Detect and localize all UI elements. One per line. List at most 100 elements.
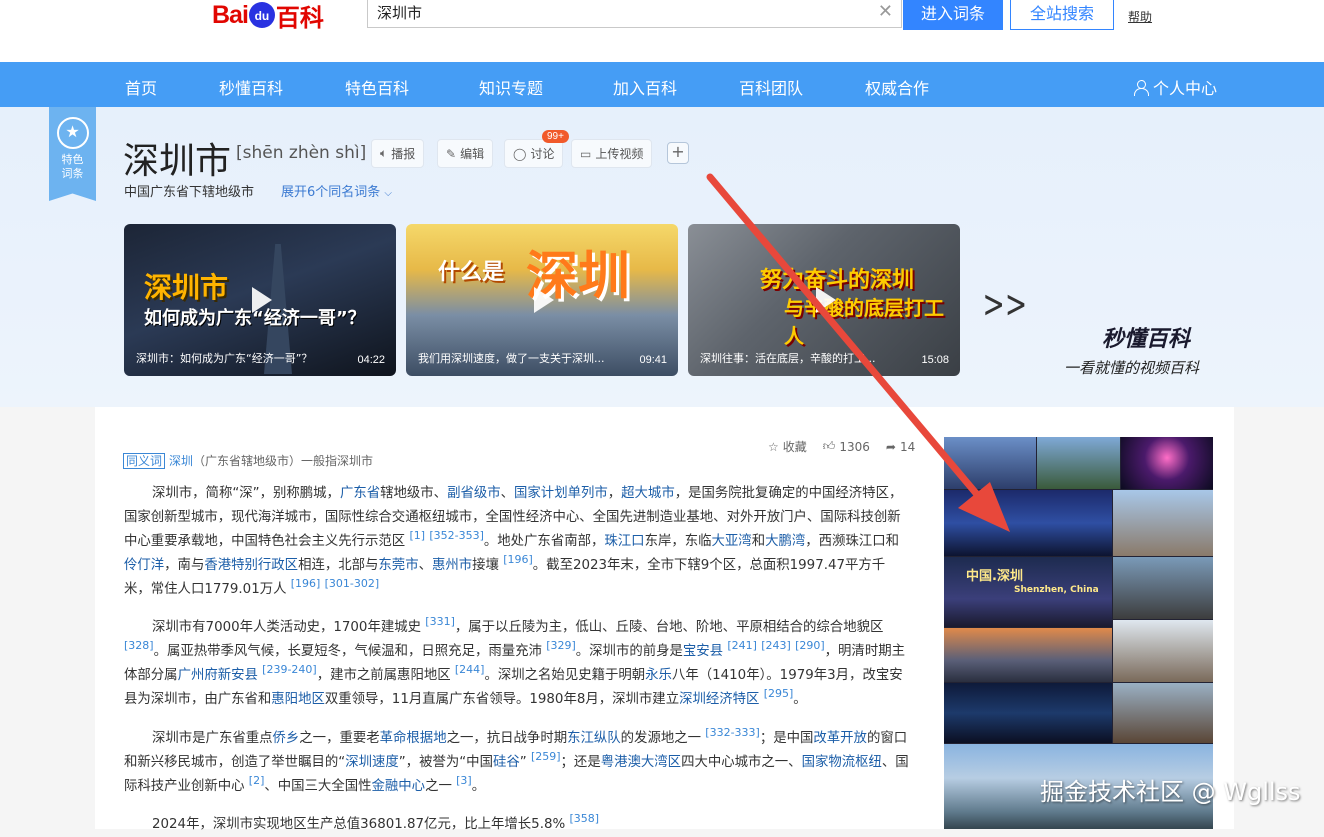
nav-item-cooperation[interactable]: 权威合作 [865, 75, 929, 99]
citation[interactable]: [358] [569, 812, 599, 825]
pencil-icon: ✎ [446, 146, 457, 161]
link[interactable]: 超大城市 [621, 486, 675, 501]
expand-homonyms-link[interactable]: 展开6个同名词条 ⌵ [281, 181, 392, 200]
citation[interactable]: [332-333] [705, 726, 760, 739]
link[interactable]: 伶仃洋 [124, 558, 164, 573]
citation[interactable]: [290] [795, 639, 825, 652]
citation[interactable]: [331] [425, 615, 455, 628]
video-3-title: 深圳往事：活在底层，辛酸的打工... [700, 352, 876, 365]
page-title: 深圳市 [123, 141, 232, 182]
link[interactable]: 广州府新安县 [178, 668, 258, 683]
link[interactable]: 宝安县 [683, 644, 723, 659]
citation[interactable]: [1] [409, 529, 425, 542]
link[interactable]: 东江纵队 [567, 731, 621, 746]
citation[interactable]: [241] [727, 639, 757, 652]
link[interactable]: 惠州市 [432, 558, 472, 573]
link[interactable]: 大亚湾 [712, 534, 752, 549]
like-button[interactable]: 👍︎ 1306 [823, 439, 870, 454]
discuss-count-badge: 99+ [542, 130, 569, 143]
citation[interactable]: [352-353] [429, 529, 484, 542]
link[interactable]: 侨乡 [273, 731, 300, 746]
city-photo-album[interactable]: 中国.深圳 Shenzhen, China [944, 437, 1213, 829]
video-1-headline: 深圳市 [144, 271, 229, 304]
link[interactable]: 永乐 [645, 668, 672, 683]
citation[interactable]: [2] [249, 774, 265, 787]
main-nav: 首页 秒懂百科 特色百科 知识专题 加入百科 百科团队 权威合作 个人中心 [0, 62, 1324, 107]
enter-lemma-button[interactable]: 进入词条 [903, 0, 1003, 30]
citation[interactable]: [301-302] [325, 577, 380, 590]
edit-button[interactable]: ✎ 编辑 [437, 139, 494, 168]
citation[interactable]: [243] [761, 639, 791, 652]
share-count: 14 [899, 439, 916, 454]
citation[interactable]: [295] [764, 687, 794, 700]
citation[interactable]: [244] [455, 663, 485, 676]
nav-item-team[interactable]: 百科团队 [739, 75, 803, 99]
link[interactable]: 深圳经济特区 [679, 692, 759, 707]
comment-icon: ◯ [513, 146, 527, 161]
link[interactable]: 香港特别行政区 [204, 558, 298, 573]
photo-tile [944, 683, 1112, 743]
share-icon: ➦ [885, 439, 896, 454]
speaker-icon: 🔈︎ [380, 146, 388, 160]
search-input[interactable] [368, 0, 848, 25]
nav-item-join[interactable]: 加入百科 [613, 75, 677, 99]
nav-item-home[interactable]: 首页 [125, 75, 157, 99]
citation[interactable]: [196] [503, 553, 533, 566]
synonym-link[interactable]: 深圳 [169, 454, 193, 468]
share-button[interactable]: ➦ 14 [886, 440, 915, 454]
pinyin: [shēn zhèn shì] [236, 143, 367, 163]
link[interactable]: 国家计划单列市 [514, 486, 608, 501]
photo-tile [1037, 437, 1120, 489]
link[interactable]: 珠江口 [604, 534, 644, 549]
watermark: 掘金技术社区 @ Wgllss [1040, 778, 1301, 806]
carousel-next-icon[interactable]: >> [983, 282, 1028, 326]
video-card-1[interactable]: 深圳市 如何成为广东“经济一哥”？ 深圳市：如何成为广东“经济一哥”？ 04:2… [124, 224, 396, 376]
video-1-title: 深圳市：如何成为广东“经济一哥”？ [136, 352, 313, 365]
help-link[interactable]: 帮助 [1128, 8, 1152, 25]
baidu-baike-logo[interactable]: Bai du 百科 [212, 0, 324, 32]
upload-video-button[interactable]: ▭ 上传视频 [571, 139, 653, 168]
play-icon [250, 285, 280, 315]
nav-item-tese[interactable]: 特色百科 [345, 75, 409, 99]
citation[interactable]: [196] [291, 577, 321, 590]
link[interactable]: 硅谷 [493, 755, 520, 770]
link[interactable]: 国家物流枢纽 [802, 755, 882, 770]
citation[interactable]: [239-240] [262, 663, 317, 676]
video-card-2[interactable]: 什么是 深圳 我们用深圳速度，做了一支关于深圳... 09:41 [406, 224, 678, 376]
link[interactable]: 惠阳地区 [271, 692, 325, 707]
video-1-duration: 04:22 [357, 354, 385, 366]
nav-item-miaodong[interactable]: 秒懂百科 [219, 75, 283, 99]
nav-user-center[interactable]: 个人中心 [1134, 75, 1217, 99]
video-card-3[interactable]: 努力奋斗的深圳 与辛酸的底层打工人 深圳往事：活在底层，辛酸的打工... 15:… [688, 224, 960, 376]
link[interactable]: 粤港澳大湾区 [601, 755, 681, 770]
link[interactable]: 广东省 [340, 486, 380, 501]
play-audio-button[interactable]: 🔈︎ 播报 [371, 139, 425, 168]
citation[interactable]: [329] [546, 639, 576, 652]
link[interactable]: 革命根据地 [380, 731, 447, 746]
medal-icon [56, 117, 89, 149]
citation[interactable]: [259] [531, 750, 561, 763]
link[interactable]: 大鹏湾 [765, 534, 805, 549]
link[interactable]: 东莞市 [378, 558, 418, 573]
more-plus-button[interactable]: + [667, 142, 689, 164]
link[interactable]: 深圳速度 [345, 755, 399, 770]
collage-caption-en: Shenzhen, China [1014, 585, 1099, 595]
play-icon [532, 285, 562, 315]
citation[interactable]: [328] [124, 639, 154, 652]
nav-item-topics[interactable]: 知识专题 [479, 75, 543, 99]
intro-paragraph-3: 深圳市是广东省重点侨乡之一，重要老革命根据地之一，抗日战争时期东江纵队的发源地之… [124, 726, 909, 794]
photo-tile [1113, 557, 1213, 619]
chevron-down-icon: ⌵ [384, 188, 393, 199]
user-center-label: 个人中心 [1153, 79, 1218, 98]
clear-icon[interactable]: ✕ [878, 1, 893, 22]
link[interactable]: 副省级市 [447, 486, 501, 501]
link[interactable]: 金融中心 [372, 779, 426, 794]
link[interactable]: 改革开放 [813, 731, 867, 746]
collect-button[interactable]: ☆ 收藏 [768, 438, 807, 455]
citation[interactable]: [3] [456, 774, 472, 787]
miaodong-logo[interactable]: 秒懂百科 [1102, 321, 1190, 353]
discuss-button[interactable]: ◯ 讨论 [504, 139, 564, 168]
top-header: Bai du 百科 ✕ 进入词条 全站搜索 帮助 [0, 0, 1324, 62]
site-search-button[interactable]: 全站搜索 [1010, 0, 1114, 30]
photo-tile [1121, 437, 1213, 489]
